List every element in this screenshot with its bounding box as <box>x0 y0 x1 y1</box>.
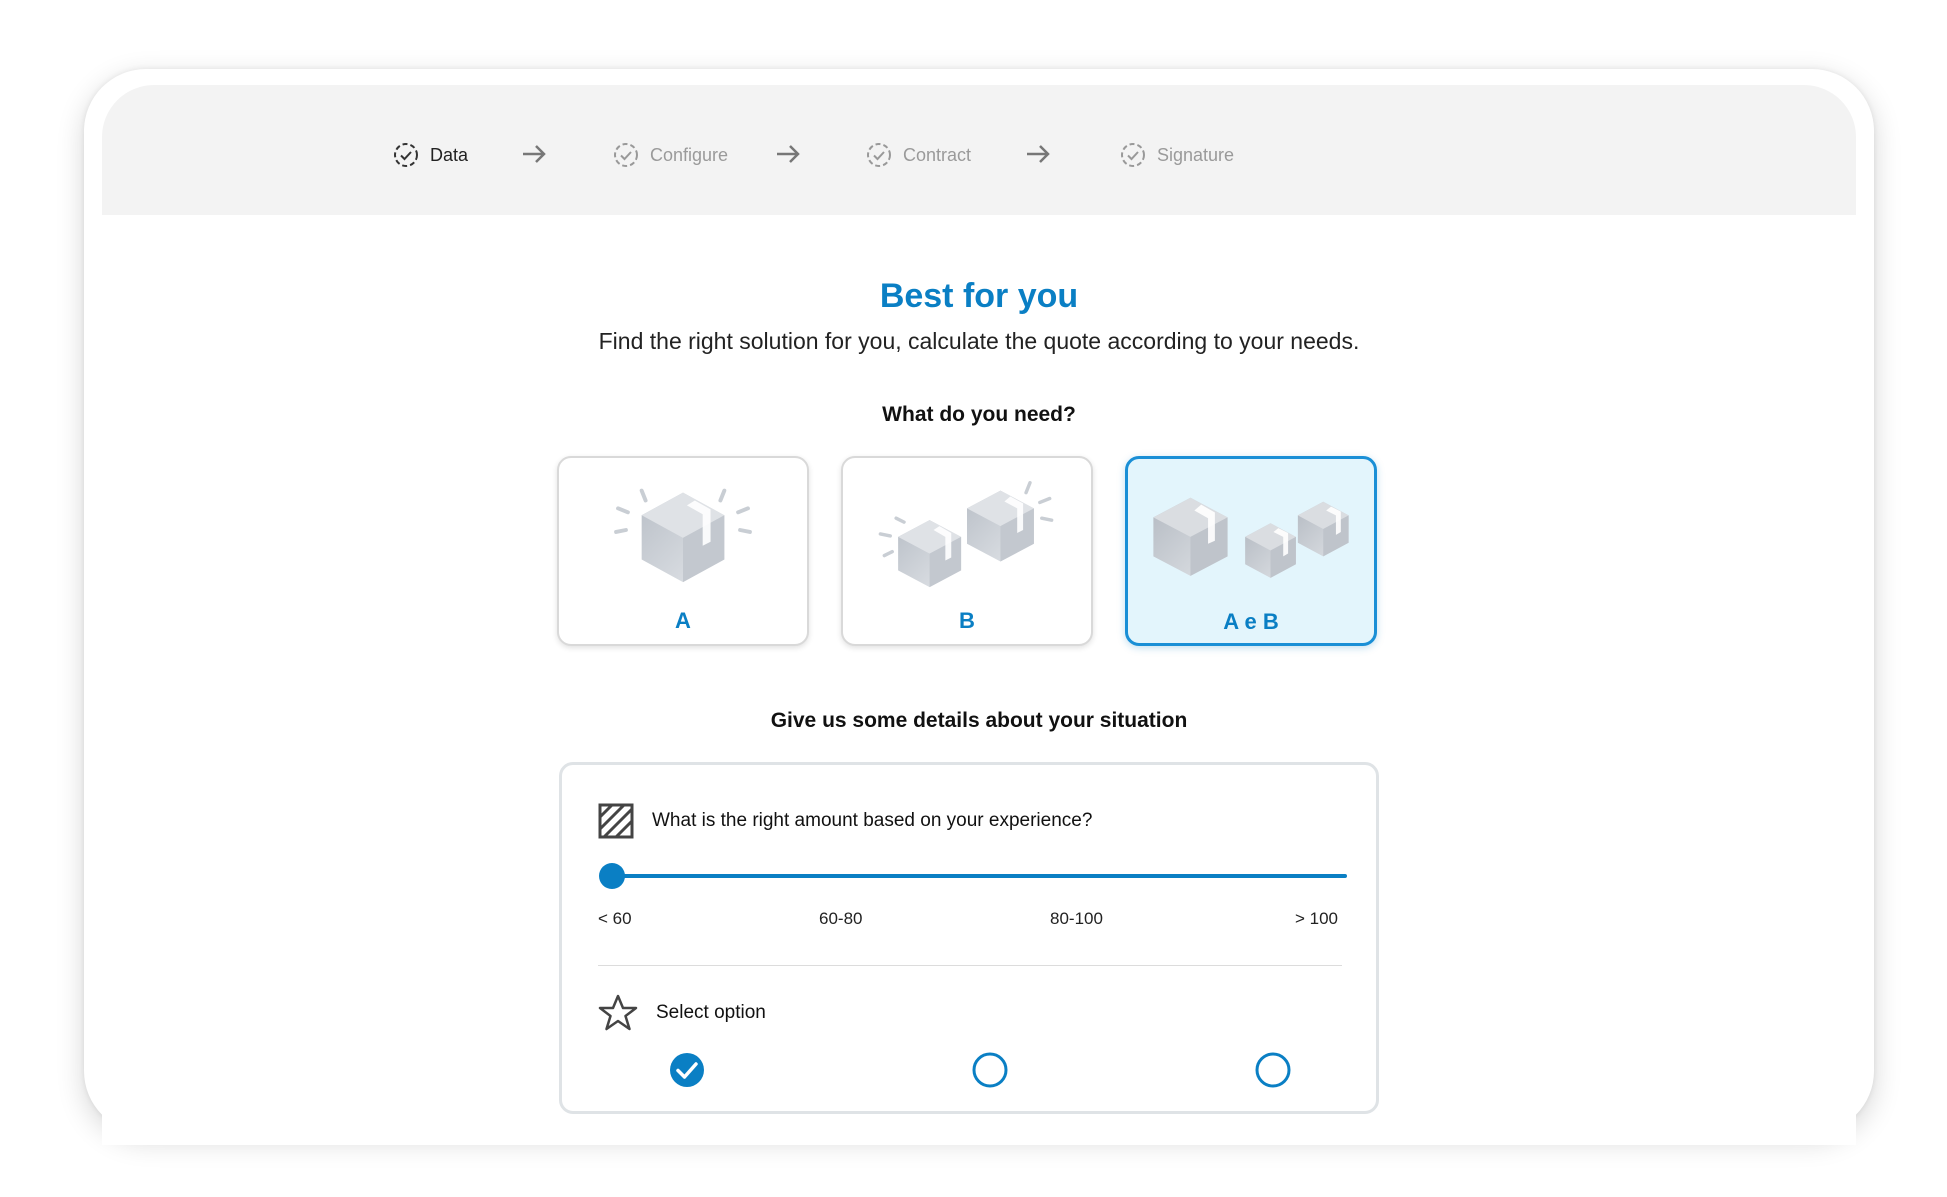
option-card-a-e-b[interactable]: A e B <box>1125 456 1377 646</box>
hatched-square-icon <box>598 803 634 839</box>
details-panel: What is the right amount based on your e… <box>559 762 1379 1114</box>
step-label: Data <box>430 144 469 165</box>
step-label: Configure <box>650 144 729 165</box>
amount-slider-track[interactable] <box>612 874 1347 878</box>
app-window: Data Configure Contract Signature Best f… <box>102 85 1856 1145</box>
step-signature[interactable]: Signature <box>1119 140 1234 170</box>
option-card-a[interactable]: A <box>557 456 809 646</box>
box-icon <box>614 488 752 583</box>
checked-circle-icon[interactable] <box>668 1051 706 1089</box>
details-question: Give us some details about your situatio… <box>770 709 1188 732</box>
star-icon <box>598 994 638 1031</box>
dashed-check-icon <box>1121 143 1145 167</box>
page-title: Best for you <box>879 277 1079 315</box>
dashed-check-icon <box>614 143 638 167</box>
empty-circle-icon[interactable] <box>971 1051 1009 1089</box>
dashed-check-icon <box>394 143 418 167</box>
option-label: B <box>959 608 975 633</box>
slider-tick-label: < 60 <box>598 909 632 928</box>
step-configure[interactable]: Configure <box>612 140 728 170</box>
step-label: Signature <box>1157 144 1235 165</box>
need-question: What do you need? <box>882 403 1076 426</box>
arrow-right-icon <box>1027 145 1050 163</box>
slider-tick-label: > 100 <box>1295 909 1339 928</box>
slider-tick-label: 80-100 <box>1050 909 1103 928</box>
step-contract[interactable]: Contract <box>865 140 971 170</box>
empty-circle-icon[interactable] <box>1254 1051 1292 1089</box>
two-boxes-icon <box>878 481 1054 588</box>
amount-slider-thumb[interactable] <box>599 863 625 889</box>
arrow-right-icon <box>777 145 800 163</box>
divider <box>598 965 1342 966</box>
arrow-right-icon <box>523 145 546 163</box>
dashed-check-icon <box>867 143 891 167</box>
option-label: A e B <box>1223 609 1279 634</box>
stepper: Data Configure Contract Signature <box>102 85 1856 215</box>
step-label: Contract <box>903 144 972 165</box>
select-option-label: Select option <box>656 1002 766 1023</box>
select-option-row: Select option <box>598 993 766 1033</box>
step-data[interactable]: Data <box>392 140 468 170</box>
three-boxes-icon <box>1153 497 1349 578</box>
option-label: A <box>675 608 691 633</box>
option-card-b[interactable]: B <box>841 456 1093 646</box>
amount-question: What is the right amount based on your e… <box>652 810 1093 831</box>
amount-question-row: What is the right amount based on your e… <box>598 803 1092 839</box>
slider-tick-label: 60-80 <box>819 909 863 928</box>
device-frame: Data Configure Contract Signature Best f… <box>84 69 1874 1145</box>
page-subtitle: Find the right solution for you, calcula… <box>598 328 1360 354</box>
